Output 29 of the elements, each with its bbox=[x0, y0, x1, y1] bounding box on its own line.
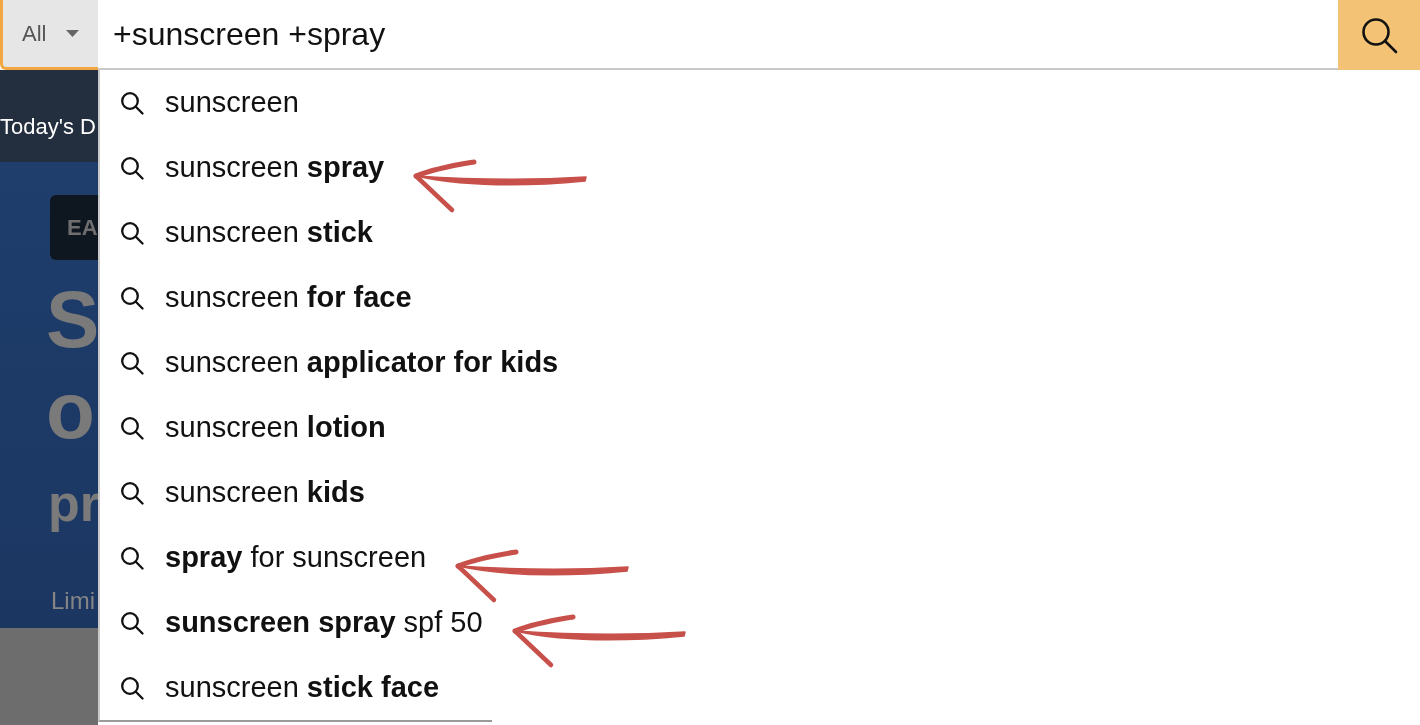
search-icon bbox=[120, 675, 144, 700]
suggestion-item[interactable]: sunscreen applicator for kids bbox=[120, 346, 559, 379]
search-icon bbox=[120, 220, 144, 245]
headline-text: o bbox=[46, 371, 95, 451]
suggestion-item[interactable]: sunscreen stick face bbox=[120, 671, 440, 704]
headline-text: S bbox=[46, 280, 98, 360]
search-icon bbox=[120, 155, 144, 180]
suggestion-item[interactable]: sunscreen stick bbox=[120, 216, 373, 249]
suggestion-item[interactable]: sunscreen bbox=[120, 86, 299, 119]
suggestion-item[interactable]: sunscreen kids bbox=[120, 476, 365, 509]
search-button[interactable] bbox=[1338, 0, 1420, 70]
suggestion-item[interactable]: spray for sunscreen bbox=[120, 541, 427, 574]
suggestion-item[interactable]: sunscreen lotion bbox=[120, 411, 386, 444]
search-icon bbox=[120, 90, 144, 115]
suggestion-item[interactable]: sunscreen spray bbox=[120, 151, 385, 184]
suggestion-item[interactable]: sunscreen for face bbox=[120, 281, 412, 314]
deal-badge: EA bbox=[50, 195, 98, 260]
category-dropdown[interactable]: All bbox=[0, 0, 98, 70]
suggestion-item[interactable]: sunscreen spray spf 50 bbox=[120, 606, 483, 639]
search-icon bbox=[120, 480, 144, 505]
search-icon bbox=[120, 415, 144, 440]
search-icon bbox=[120, 545, 144, 570]
search-icon bbox=[1359, 15, 1399, 55]
search-icon bbox=[120, 285, 144, 310]
nav-link[interactable]: Today's D bbox=[0, 114, 96, 140]
footnote-text: Limi bbox=[51, 589, 95, 613]
search-icon bbox=[120, 610, 144, 635]
search-icon bbox=[120, 350, 144, 375]
caret-icon bbox=[66, 30, 80, 37]
